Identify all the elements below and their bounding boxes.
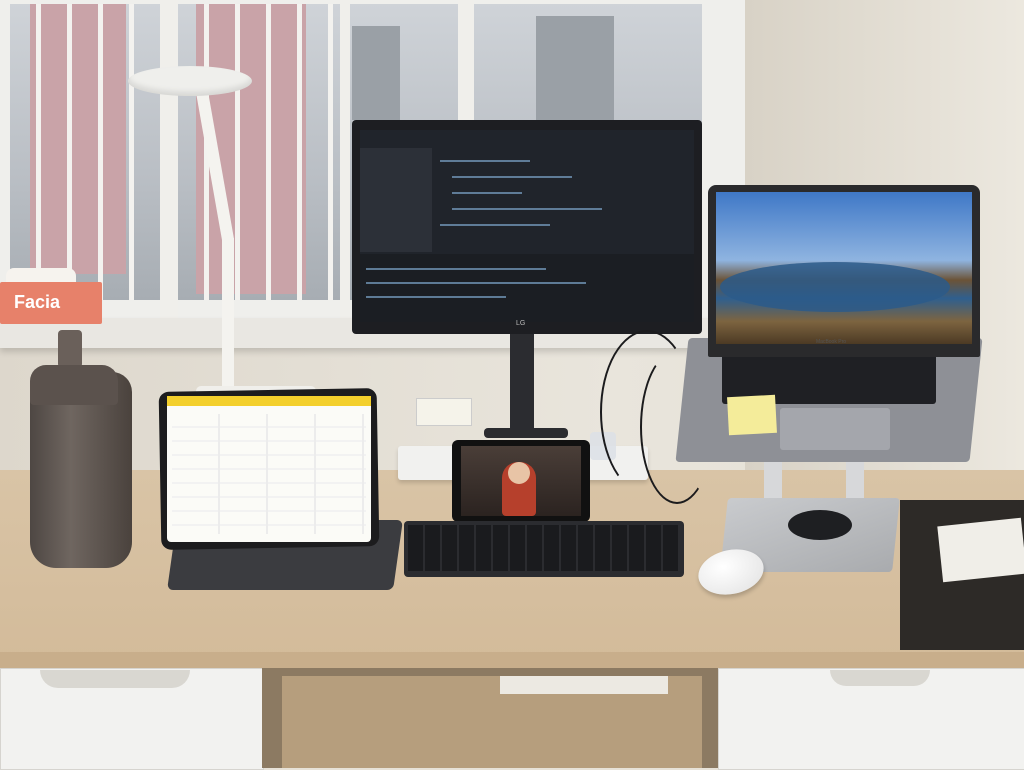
bottle-cap [30,365,118,405]
ide-code-line [440,224,550,226]
wireless-charger [788,510,852,540]
desk-setup-photo: Facia LG MacBook Pro [0,0,1024,770]
cable [640,350,714,504]
window-bars-left [10,4,160,300]
paper-notes [937,517,1024,583]
ide-code-line [440,160,530,162]
ide-code-line [452,176,572,178]
ide-console [360,254,694,322]
drawer-handle-left [40,670,190,688]
card-stack [416,398,472,426]
building-grey [352,26,400,120]
tissue-box-brand: Facia [14,292,61,312]
ide-project-tree [360,148,432,252]
wallpaper-lake [720,262,950,312]
tablet-content-grid [172,414,366,534]
building-grey-far [536,16,614,120]
ide-code-line [452,208,602,210]
window-mullion [458,0,474,130]
lamp-pole [222,238,234,398]
laptop-brand: MacBook Pro [816,339,847,345]
video-person-face [508,462,530,484]
bottle-nozzle [58,330,82,368]
tablet-header-band [167,396,371,406]
window-mullion [340,0,350,318]
monitor-stand [510,334,534,434]
monitor-foot [484,428,568,438]
sticky-note [727,394,777,436]
ide-code-line [366,268,546,270]
monitor-brand-logo: LG [516,320,526,327]
cubby-book [500,676,668,694]
ide-code-line [366,296,506,298]
window-bars-mid [178,4,340,300]
keyboard-keys [408,525,680,571]
desk-lamp-head [128,66,252,96]
ide-code-line [366,282,586,284]
laptop-trackpad [780,408,890,450]
desk-edge [0,652,1024,668]
ide-code-line [452,192,522,194]
window-mullion [160,0,178,318]
drawer-handle-right [830,670,930,686]
